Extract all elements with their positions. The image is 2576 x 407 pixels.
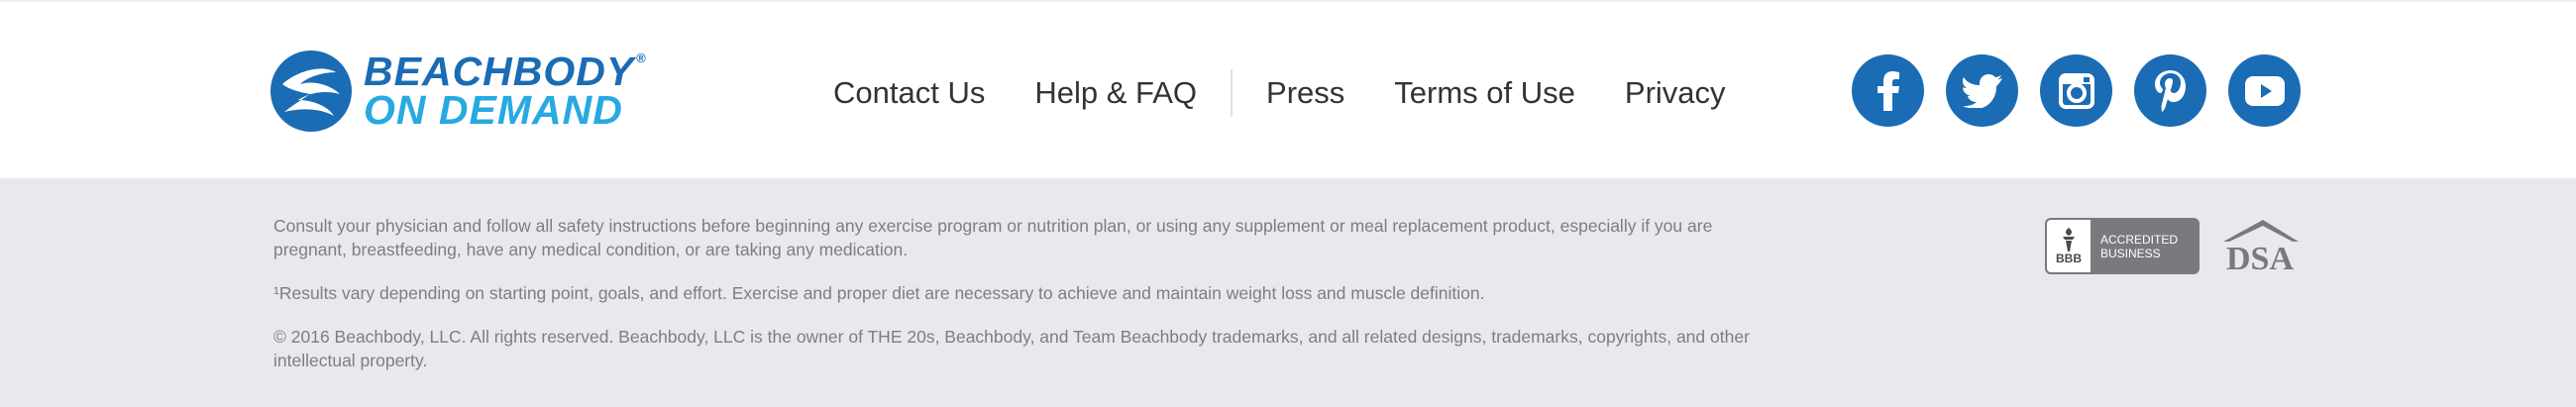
site-header: BEACHBODY ® ON DEMAND Contact Us Help & … — [0, 0, 2576, 178]
twitter-button[interactable] — [1946, 54, 2018, 127]
legal-text: Consult your physician and follow all sa… — [273, 214, 1779, 392]
social-links — [1852, 54, 2301, 127]
dsa-letters: DSA — [2226, 241, 2294, 274]
logo-line-1: BEACHBODY — [364, 49, 635, 94]
nav-contact-us[interactable]: Contact Us — [833, 75, 985, 111]
nav-press[interactable]: Press — [1266, 75, 1344, 111]
facebook-icon — [1877, 70, 1899, 111]
nav-divider — [1231, 69, 1234, 117]
nav-help-faq[interactable]: Help & FAQ — [1034, 75, 1197, 111]
copyright-notice: © 2016 Beachbody, LLC. All rights reserv… — [273, 327, 1750, 370]
bbb-business-text: BUSINESS — [2100, 246, 2161, 260]
instagram-button[interactable] — [2040, 54, 2112, 127]
dsa-house-icon: DSA — [2223, 220, 2299, 277]
trust-badges: BBB ACCREDITED BUSINESS DSA — [2045, 218, 2301, 277]
beachbody-on-demand-logo[interactable]: BEACHBODY ® ON DEMAND — [270, 48, 746, 135]
legal-footer: Consult your physician and follow all sa… — [0, 178, 2576, 407]
safety-disclaimer: Consult your physician and follow all sa… — [273, 216, 1713, 259]
results-disclaimer: ¹Results vary depending on starting poin… — [273, 283, 1485, 303]
logo-line-2: ON DEMAND — [364, 87, 623, 133]
youtube-icon — [2244, 75, 2285, 106]
registered-mark: ® — [636, 51, 647, 65]
beachbody-swoosh-icon — [270, 51, 352, 132]
bbb-accredited-text: ACCREDITED — [2100, 232, 2179, 247]
bbb-label: BBB — [2056, 251, 2082, 265]
youtube-button[interactable] — [2228, 54, 2301, 127]
logo-wordmark: BEACHBODY ® ON DEMAND — [364, 51, 647, 131]
dsa-logo[interactable]: DSA — [2219, 218, 2301, 277]
bbb-torch-icon: BBB — [2045, 218, 2093, 274]
footer-nav: Contact Us Help & FAQ Press Terms of Use… — [833, 69, 1775, 117]
nav-privacy[interactable]: Privacy — [1625, 75, 1726, 111]
pinterest-icon — [2154, 69, 2186, 112]
twitter-icon — [1962, 73, 2002, 108]
facebook-button[interactable] — [1852, 54, 1924, 127]
bbb-accredited-badge[interactable]: BBB ACCREDITED BUSINESS — [2045, 218, 2200, 274]
nav-terms-of-use[interactable]: Terms of Use — [1394, 75, 1575, 111]
instagram-icon — [2058, 72, 2094, 109]
pinterest-button[interactable] — [2134, 54, 2206, 127]
